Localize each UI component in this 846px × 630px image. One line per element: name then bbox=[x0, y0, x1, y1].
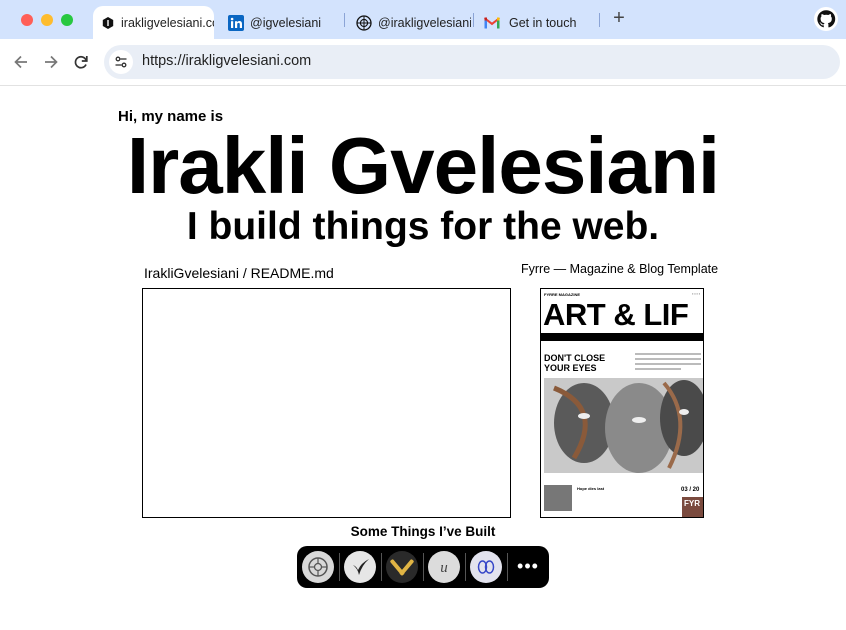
tab-linkedin[interactable]: @igvelesiani bbox=[228, 6, 338, 39]
tab-label: Get in touch bbox=[509, 15, 577, 30]
dock-divider bbox=[423, 553, 424, 581]
tab-label: irakligvelesiani.com bbox=[121, 15, 214, 30]
minimize-window-button[interactable] bbox=[41, 14, 53, 26]
preview-subhead: DON'T CLOSE YOUR EYES bbox=[544, 353, 606, 373]
project-1-icon[interactable] bbox=[302, 551, 334, 583]
project-5-icon[interactable] bbox=[470, 551, 502, 583]
linkedin-icon bbox=[228, 14, 244, 31]
new-tab-button[interactable]: + bbox=[609, 8, 629, 30]
preview-headline: ART & LIF bbox=[543, 297, 689, 332]
preview-artwork bbox=[544, 378, 703, 473]
browser-toolbar: https://irakligvelesiani.com bbox=[0, 39, 846, 86]
tab-label: @igvelesiani bbox=[250, 15, 322, 30]
tagline: I build things for the web. bbox=[186, 205, 660, 248]
tab-divider bbox=[599, 13, 600, 27]
preview-date: 03 / 20 bbox=[681, 487, 700, 493]
forward-arrow-icon[interactable] bbox=[42, 53, 60, 71]
dock-divider bbox=[381, 553, 382, 581]
readme-preview[interactable] bbox=[142, 288, 511, 518]
template-caption[interactable]: Fyrre — Magazine & Blog Template bbox=[521, 262, 718, 276]
preview-ticker bbox=[541, 333, 703, 341]
svg-text:u: u bbox=[440, 560, 448, 576]
page-title: Irakli Gvelesiani bbox=[126, 121, 720, 210]
preview-story-title: Hope dies last bbox=[577, 486, 605, 491]
tab-strip: irakligvelesiani.com @igvelesiani @irakl… bbox=[0, 0, 846, 39]
dock-divider bbox=[339, 553, 340, 581]
reload-icon[interactable] bbox=[72, 53, 90, 71]
gmail-icon bbox=[484, 15, 500, 31]
site-settings-icon[interactable] bbox=[109, 50, 133, 74]
project-4-icon[interactable]: u bbox=[428, 551, 460, 583]
preview-nav: ▪ ▪ ▪ ▪ bbox=[692, 292, 700, 296]
tab-threads[interactable]: @irakligvelesiani bbox=[356, 6, 471, 39]
preview-logo: FYR bbox=[682, 497, 703, 517]
maximize-window-button[interactable] bbox=[61, 14, 73, 26]
tab-gmail[interactable]: Get in touch bbox=[484, 6, 594, 39]
tab-irakligvelesiani[interactable]: irakligvelesiani.com bbox=[93, 6, 214, 39]
tab-label: @irakligvelesiani bbox=[378, 15, 471, 30]
tab-divider bbox=[473, 13, 474, 27]
address-bar[interactable]: https://irakligvelesiani.com bbox=[104, 45, 840, 79]
projects-dock: u ••• bbox=[297, 546, 549, 588]
readme-caption[interactable]: IrakliGvelesiani / README.md bbox=[144, 265, 334, 281]
dock-divider bbox=[465, 553, 466, 581]
section-title: Some Things I’ve Built bbox=[350, 524, 496, 539]
github-icon[interactable] bbox=[814, 7, 838, 31]
magazine-template-preview[interactable]: FYRRE MAGAZINE ▪ ▪ ▪ ▪ ART & LIF DON'T C… bbox=[540, 288, 704, 518]
dock-divider bbox=[507, 553, 508, 581]
back-arrow-icon[interactable] bbox=[12, 53, 30, 71]
tab-divider bbox=[344, 13, 345, 27]
threads-icon bbox=[356, 14, 372, 31]
project-3-icon[interactable] bbox=[386, 551, 418, 583]
preview-body-text bbox=[635, 353, 701, 373]
site-favicon-icon bbox=[101, 16, 115, 30]
more-options-button[interactable]: ••• bbox=[513, 556, 543, 578]
preview-thumbnail bbox=[544, 485, 572, 511]
project-2-icon[interactable] bbox=[344, 551, 376, 583]
url-text[interactable]: https://irakligvelesiani.com bbox=[142, 53, 311, 69]
close-window-button[interactable] bbox=[21, 14, 33, 26]
